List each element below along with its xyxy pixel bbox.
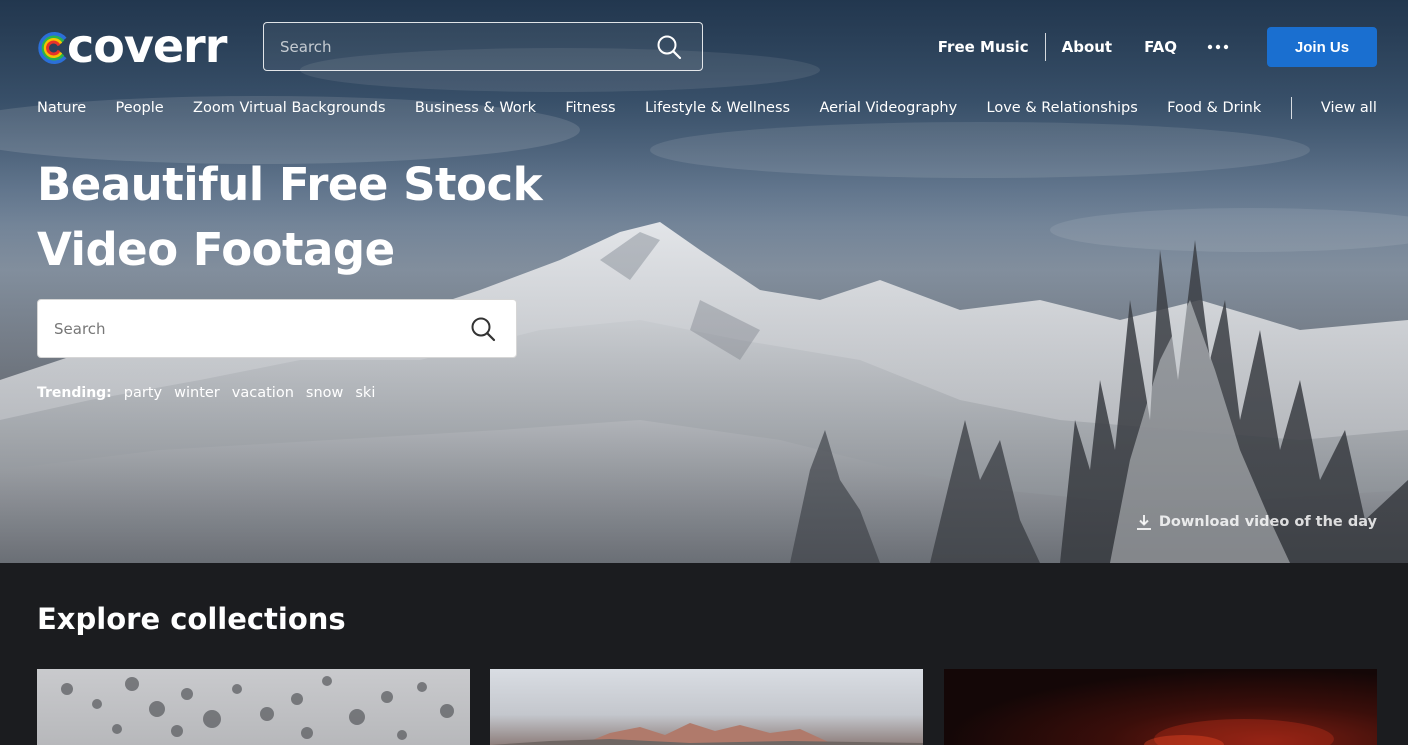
logo-wordmark: coverr: [67, 19, 227, 73]
trending-tags: Trending: party winter vacation snow ski: [37, 383, 387, 403]
collection-thumbnail: [490, 723, 923, 745]
category-zoom-virtual-backgrounds[interactable]: Zoom Virtual Backgrounds: [193, 100, 385, 116]
category-food-drink[interactable]: Food & Drink: [1167, 100, 1261, 116]
join-us-button[interactable]: Join Us: [1267, 27, 1377, 67]
download-icon: [1136, 515, 1151, 530]
trending-label: Trending:: [37, 385, 112, 401]
collection-card[interactable]: [37, 669, 470, 745]
hero-search: [37, 299, 517, 358]
collection-thumbnail: [61, 676, 454, 740]
collection-card[interactable]: [490, 669, 923, 745]
search-icon[interactable]: [656, 34, 682, 60]
collection-card[interactable]: [944, 669, 1377, 745]
download-video-of-day-label: Download video of the day: [1158, 514, 1377, 530]
nav-free-music[interactable]: Free Music: [922, 38, 1045, 56]
trending-tag-vacation[interactable]: vacation: [232, 385, 294, 401]
hero-section: coverr Free Music About FAQ Join Us Natu…: [0, 0, 1408, 563]
nav-faq[interactable]: FAQ: [1128, 38, 1193, 56]
trending-tag-winter[interactable]: winter: [174, 385, 220, 401]
hero-title-line-2: Video Footage: [37, 223, 395, 276]
category-view-all[interactable]: View all: [1321, 100, 1377, 116]
collections-title: Explore collections: [37, 602, 346, 636]
trending-tag-snow[interactable]: snow: [306, 385, 343, 401]
header-search: [263, 22, 703, 71]
more-options-icon[interactable]: [1201, 37, 1235, 57]
category-lifestyle-wellness[interactable]: Lifestyle & Wellness: [645, 100, 790, 116]
category-fitness[interactable]: Fitness: [565, 100, 615, 116]
collection-thumbnail: [1144, 719, 1334, 745]
category-nav: Nature People Zoom Virtual Backgrounds B…: [37, 96, 1377, 120]
category-nature[interactable]: Nature: [37, 100, 86, 116]
category-aerial-videography[interactable]: Aerial Videography: [819, 100, 957, 116]
category-business-work[interactable]: Business & Work: [415, 100, 536, 116]
nav-about[interactable]: About: [1046, 38, 1129, 56]
search-icon[interactable]: [470, 316, 496, 342]
header-search-input[interactable]: [280, 23, 640, 70]
category-love-relationships[interactable]: Love & Relationships: [987, 100, 1138, 116]
download-video-of-day-link[interactable]: Download video of the day: [1135, 512, 1377, 532]
hero-title-line-1: Beautiful Free Stock: [37, 158, 543, 211]
hero-title: Beautiful Free Stock Video Footage: [37, 152, 597, 282]
hero-search-input[interactable]: [54, 300, 454, 357]
header-nav: Free Music About FAQ Join Us: [922, 27, 1377, 67]
category-divider: [1290, 97, 1292, 119]
trending-tag-ski[interactable]: ski: [355, 385, 375, 401]
rainbow-c-icon: [38, 32, 67, 64]
coverr-logo[interactable]: coverr: [37, 19, 227, 73]
category-people[interactable]: People: [116, 100, 164, 116]
trending-tag-party[interactable]: party: [124, 385, 162, 401]
